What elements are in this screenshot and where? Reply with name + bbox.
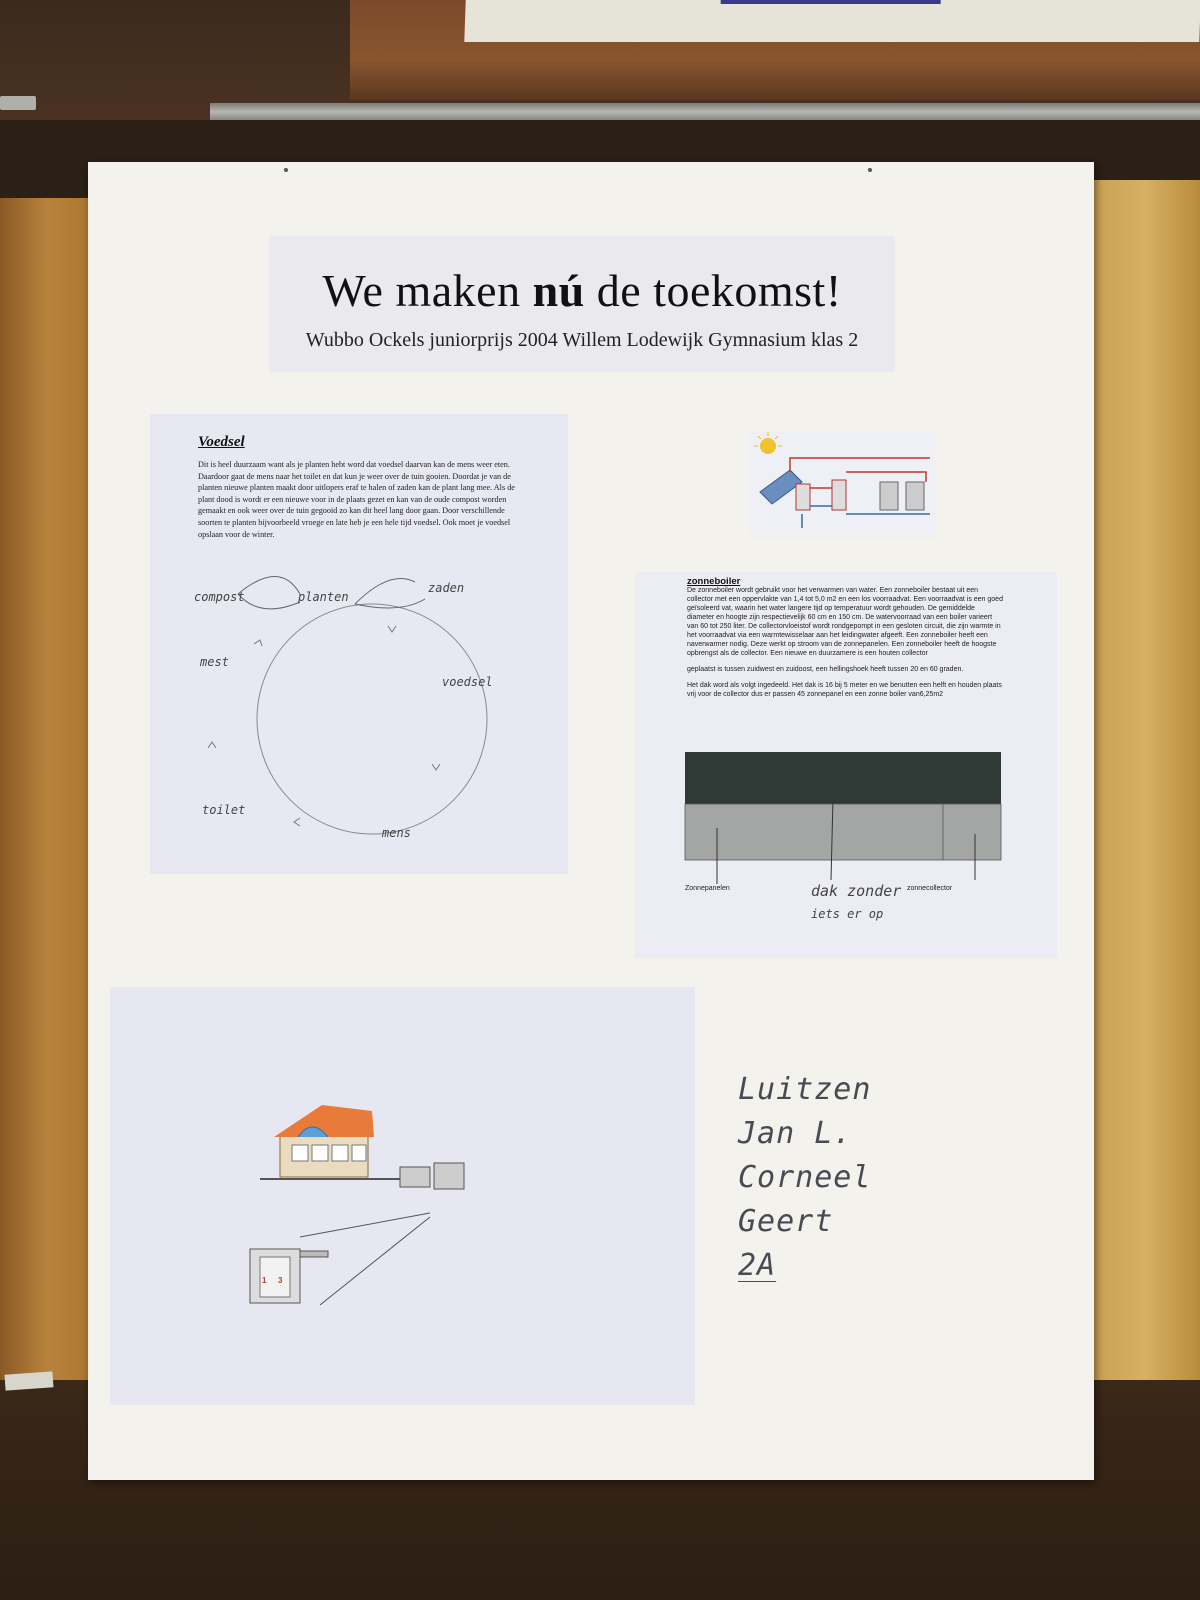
compost-loop-arrow: [237, 576, 301, 610]
pin-icon: [868, 168, 872, 172]
roof-layout-diagram: Zonnepanelen zonnecollector dak zonder i…: [684, 752, 1002, 921]
cycle-label-mest: mest: [199, 655, 229, 669]
arrowhead-icon: [431, 763, 441, 771]
cycle-label-compost: compost: [194, 590, 245, 604]
cycle-circle: [256, 603, 488, 835]
title-part: We maken: [322, 265, 533, 316]
arrowhead-icon: [293, 817, 301, 827]
zonneboiler-paragraph: geplaatst is tussen zuidwest en zuidoost…: [687, 666, 964, 673]
student-name: Jan L.: [738, 1116, 853, 1151]
zonneboiler-paragraph: De zonneboiler wordt gebruikt voor het v…: [687, 587, 1003, 657]
label-zonnecollector: zonnecollector: [907, 885, 953, 892]
svg-text:1: 1: [262, 1276, 267, 1285]
student-names: Luitzen Jan L. Corneel Geert 2A: [738, 1068, 938, 1288]
student-name: Corneel: [738, 1160, 872, 1195]
solar-boiler-diagram: [750, 432, 936, 538]
class-label: 2A: [738, 1248, 777, 1283]
cycle-label-voedsel: voedsel: [442, 675, 493, 689]
heater-tank-icon: [831, 479, 847, 511]
zonneboiler-sheet: zonneboiler De zonneboiler wordt gebruik…: [635, 572, 1057, 958]
water-treatment-sheet: 1 3: [110, 987, 695, 1405]
voedsel-sheet: Voedsel Dit is heel duurzaam want als je…: [150, 414, 568, 874]
label-iets-er-op: iets er op: [811, 907, 883, 921]
cycle-label-toilet: toilet: [202, 803, 245, 817]
roof-dark-area: [685, 752, 1001, 804]
rail-clip: [0, 96, 36, 110]
voedsel-heading: Voedsel: [198, 434, 245, 450]
zonneboiler-text: De zonneboiler wordt gebruikt voor het v…: [687, 586, 1003, 706]
background-paper: [464, 0, 1200, 42]
food-cycle-diagram: planten compost zaden voedsel mens toile…: [194, 576, 493, 840]
cycle-label-mens: mens: [381, 826, 411, 840]
paper-edge-stripe: [720, 0, 941, 4]
title-emphasis: nú: [532, 265, 585, 316]
appliance-icon: [905, 481, 925, 511]
arrowhead-icon: [253, 639, 263, 647]
appliance-icon: [879, 481, 899, 511]
tank-icon: [399, 1166, 431, 1188]
voedsel-text: Dit is heel duurzaam want als je planten…: [198, 460, 515, 539]
wooden-board-left: [0, 198, 95, 1383]
student-name: Geert: [738, 1204, 834, 1239]
photo-scene: We maken nú de toekomst! Wubbo Ockels ju…: [0, 0, 1200, 1600]
svg-text:3: 3: [278, 1276, 283, 1285]
wooden-board-right: [1090, 180, 1200, 1390]
poster-board: We maken nú de toekomst! Wubbo Ockels ju…: [88, 162, 1094, 1480]
cycle-label-planten: planten: [297, 590, 349, 604]
label-zonnepanelen: Zonnepanelen: [685, 885, 730, 892]
zonneboiler-paragraph: Het dak word als volgt ingedeeld. Het da…: [687, 682, 1002, 698]
arrowhead-icon: [387, 625, 397, 633]
sun-icon: [760, 438, 776, 454]
title-card: We maken nú de toekomst! Wubbo Ockels ju…: [269, 236, 895, 372]
student-name: Luitzen: [738, 1072, 872, 1107]
boiler-tank-icon: [795, 483, 811, 511]
tank-icon: [433, 1162, 465, 1190]
pin-icon: [284, 168, 288, 172]
title-part: de toekomst!: [584, 265, 842, 316]
arrowhead-icon: [207, 741, 217, 749]
zaden-loop-arrow: [354, 578, 426, 609]
cycle-label-zaden: zaden: [428, 581, 464, 595]
tape-piece: [4, 1371, 54, 1391]
label-dak-zonder: dak zonder: [811, 882, 901, 900]
roof-light-area: [684, 803, 1002, 861]
water-treatment-diagram: 1 3: [249, 1105, 465, 1306]
poster-title: We maken nú de toekomst!: [269, 264, 895, 317]
poster-subtitle: Wubbo Ockels juniorprijs 2004 Willem Lod…: [305, 329, 859, 351]
